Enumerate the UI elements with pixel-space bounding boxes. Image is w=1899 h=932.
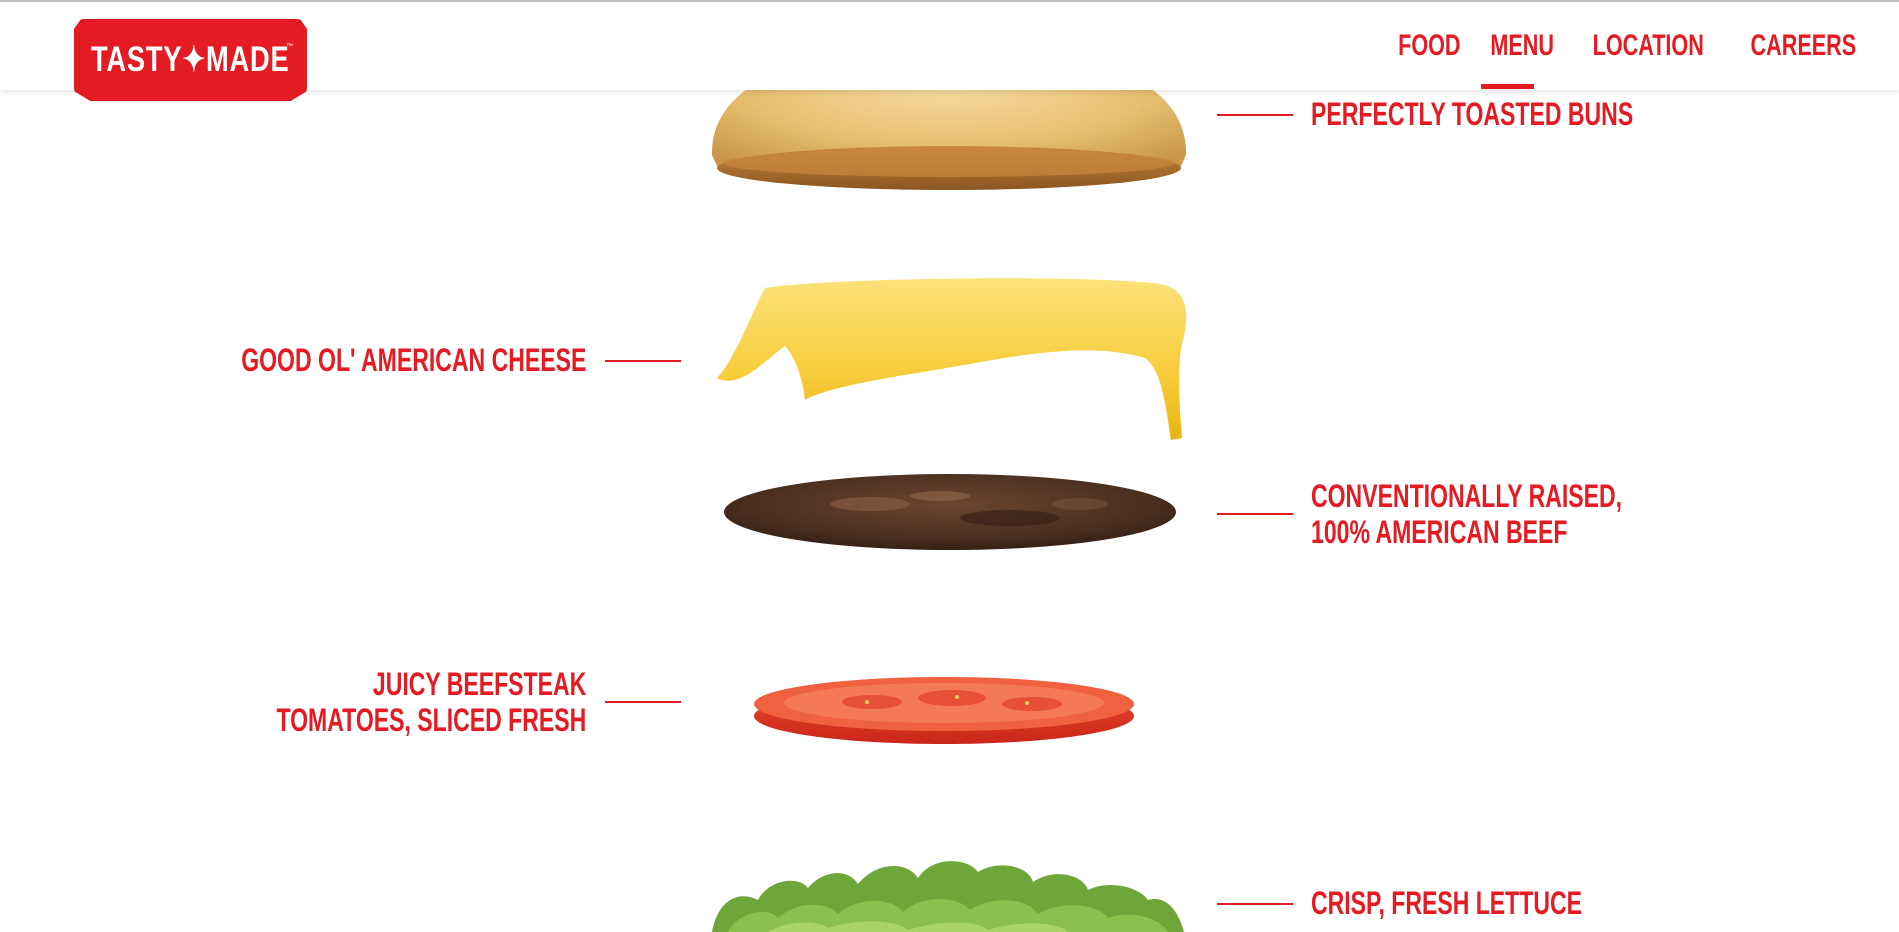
- page: PERFECTLY TOASTED BUNS GOOD OL' AMERICAN…: [0, 0, 1899, 932]
- patty-label: CONVENTIONALLY RAISED, 100% AMERICAN BEE…: [1311, 478, 1623, 550]
- active-nav-indicator: [1481, 84, 1534, 89]
- logo-text: TASTY✦MADE: [91, 40, 290, 79]
- bun-label: PERFECTLY TOASTED BUNS: [1311, 96, 1634, 132]
- nav-item-food[interactable]: FOOD: [1398, 29, 1460, 63]
- nav-item-careers[interactable]: CAREERS: [1751, 29, 1857, 63]
- bun-leader-line: [1217, 114, 1293, 116]
- nav-item-location[interactable]: LOCATION: [1592, 29, 1703, 63]
- cheese-label: GOOD OL' AMERICAN CHEESE: [240, 342, 586, 378]
- patty-leader-line: [1217, 513, 1293, 515]
- nav-item-menu[interactable]: MENU: [1490, 29, 1554, 63]
- tomato-label: JUICY BEEFSTEAK TOMATOES, SLICED FRESH: [276, 666, 586, 738]
- cheese-image: [717, 278, 1187, 440]
- tasty-made-logo[interactable]: TASTY✦MADE ™: [74, 19, 307, 101]
- trademark-mark: ™: [286, 43, 293, 50]
- tomato-leader-line: [605, 701, 681, 703]
- lettuce-label: CRISP, FRESH LETTUCE: [1311, 885, 1582, 921]
- main-nav: FOOD MENU LOCATION CAREERS: [1398, 2, 1865, 90]
- lettuce-leader-line: [1217, 903, 1293, 905]
- cheese-leader-line: [605, 360, 681, 362]
- tomato-image: [754, 677, 1134, 744]
- lettuce-image: [712, 861, 1184, 932]
- patty-image: [724, 474, 1176, 550]
